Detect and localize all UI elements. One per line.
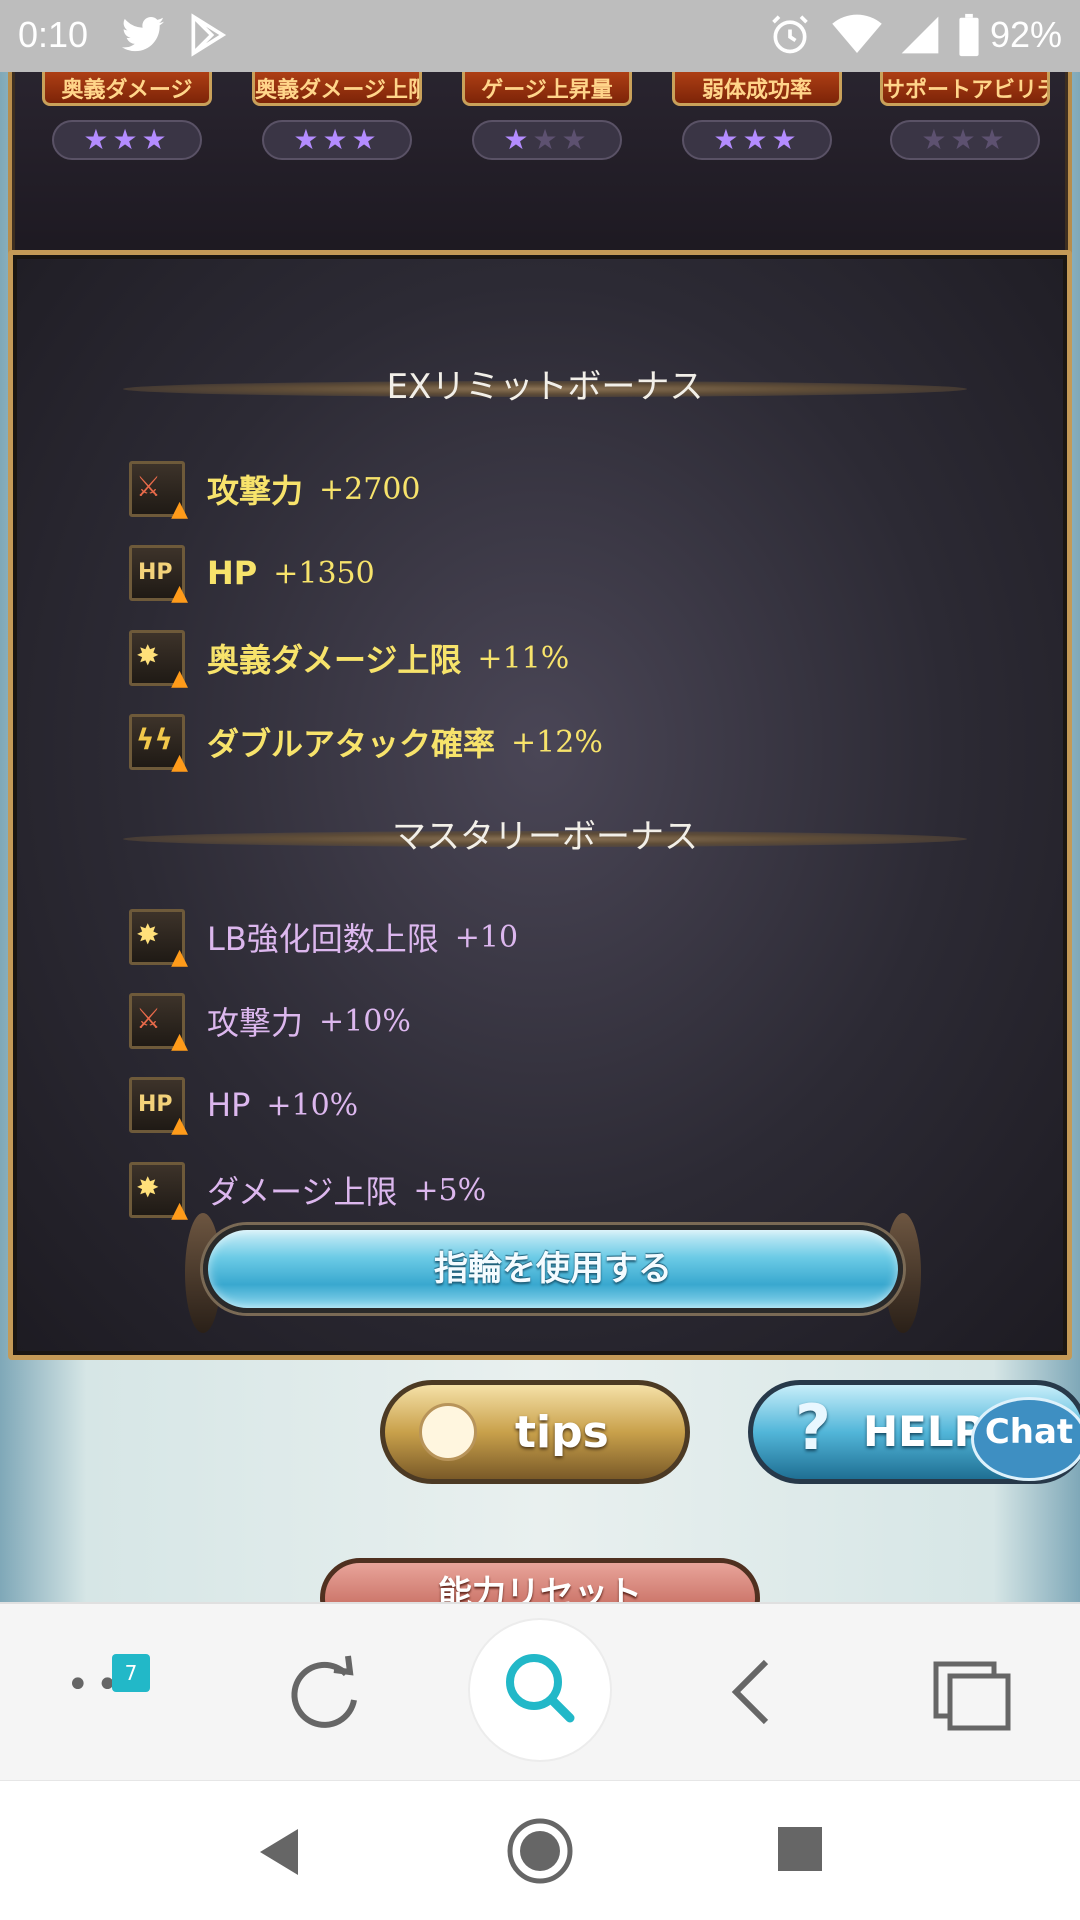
bonus-row: ϟϟ ▲ ダブルアタック確率 +12%	[129, 714, 603, 775]
chat-bubble-icon: Chat	[971, 1397, 1080, 1481]
bonus-value: +12%	[511, 724, 603, 760]
play-store-icon	[191, 13, 227, 57]
mastery-title: マスタリーボーナス	[392, 817, 698, 857]
hp-up-icon: HP ▲	[129, 1077, 188, 1138]
help-chat-button[interactable]: ? HELP Chat	[748, 1380, 1080, 1484]
attack-up-icon: ⚔ ▲	[129, 993, 188, 1054]
alarm-icon	[772, 15, 808, 54]
ex-limit-title: EXリミットボーナス	[386, 367, 704, 407]
bonus-name: ダブルアタック確率	[207, 725, 496, 763]
skill-slot[interactable]: 弱体成功率 ★★★	[672, 72, 842, 160]
battery-percent: 92%	[989, 14, 1062, 55]
bonus-row: ⚔ ▲ 攻撃力 +10%	[129, 993, 411, 1054]
skill-stars: ★★★	[682, 120, 832, 160]
bonus-name: 奥義ダメージ上限	[207, 641, 462, 679]
battery-icon	[959, 13, 979, 57]
bonus-row: HP ▲ HP +10%	[129, 1077, 359, 1138]
browser-toolbar: ••• 7	[0, 1602, 1080, 1780]
status-time: 0:10	[18, 14, 89, 55]
skill-level-panel: 奥義ダメージ ★★★ 奥義ダメージ上限 ★★★ ゲージ上昇量 ★★★ 弱体成功率…	[8, 72, 1072, 280]
lb-cap-up-icon: ✸ ▲	[129, 909, 188, 970]
use-ring-label: 指輪を使用する	[434, 1249, 672, 1289]
back-icon[interactable]	[690, 1632, 810, 1752]
game-view: 奥義ダメージ ★★★ 奥義ダメージ上限 ★★★ ゲージ上昇量 ★★★ 弱体成功率…	[0, 72, 1080, 1602]
reload-icon[interactable]	[264, 1632, 384, 1752]
tabs-menu-button[interactable]: ••• 7	[50, 1634, 180, 1754]
bonus-value: +10	[454, 919, 519, 955]
nav-back-icon[interactable]	[246, 1817, 316, 1887]
skill-slot[interactable]: ゲージ上昇量 ★★★	[462, 72, 632, 160]
bonus-row: ⚔ ▲ 攻撃力 +2700	[129, 461, 421, 522]
mastery-header: マスタリーボーナス	[123, 817, 967, 857]
reset-ability-button[interactable]: 能力リセット	[320, 1558, 760, 1602]
system-nav-bar	[0, 1780, 1080, 1920]
damage-cap-up-icon: ✸ ▲	[129, 1162, 188, 1223]
nav-home-icon[interactable]	[500, 1811, 580, 1891]
lightbulb-icon	[419, 1403, 477, 1461]
bonus-name: LB強化回数上限	[207, 920, 439, 958]
wifi-icon	[832, 14, 882, 53]
bonus-row: ✸ ▲ LB強化回数上限 +10	[129, 909, 519, 970]
skill-slot[interactable]: 奥義ダメージ ★★★	[42, 72, 212, 160]
search-button[interactable]	[470, 1620, 610, 1760]
tips-label: tips	[515, 1407, 609, 1458]
skill-label: 弱体成功率	[672, 72, 842, 106]
skill-label: ゲージ上昇量	[462, 72, 632, 106]
skill-stars: ★★★	[472, 120, 622, 160]
skill-slot[interactable]: サポートアビリティ ★★★	[880, 72, 1050, 160]
bonus-row: HP ▲ HP +1350	[129, 545, 375, 606]
chat-label: Chat	[984, 1412, 1074, 1452]
help-label: HELP	[863, 1407, 985, 1456]
reset-label: 能力リセット	[438, 1574, 642, 1602]
skill-label: 奥義ダメージ	[42, 72, 212, 106]
skill-stars: ★★★	[52, 120, 202, 160]
bonus-name: HP	[207, 554, 258, 592]
tips-button[interactable]: tips	[380, 1380, 690, 1484]
question-icon: ?	[795, 1391, 831, 1464]
status-bar: 0:10 92%	[0, 0, 1080, 72]
signal-icon	[901, 16, 939, 54]
double-attack-up-icon: ϟϟ ▲	[129, 714, 188, 775]
tab-count-badge: 7	[112, 1654, 150, 1692]
skill-stars: ★★★	[890, 120, 1040, 160]
skill-stars: ★★★	[262, 120, 412, 160]
skill-slot[interactable]: 奥義ダメージ上限 ★★★	[252, 72, 422, 160]
bonus-name: ダメージ上限	[207, 1173, 398, 1211]
tabs-icon[interactable]	[910, 1632, 1030, 1752]
twitter-icon	[121, 17, 165, 52]
attack-up-icon: ⚔ ▲	[129, 461, 188, 522]
bonus-name: HP	[207, 1086, 251, 1124]
hp-up-icon: HP ▲	[129, 545, 188, 606]
bonus-row: ✸ ▲ 奥義ダメージ上限 +11%	[129, 630, 570, 691]
nav-recents-icon[interactable]	[770, 1819, 830, 1879]
bonus-row: ✸ ▲ ダメージ上限 +5%	[129, 1162, 487, 1223]
skill-label: サポートアビリティ	[880, 72, 1050, 106]
bonus-value: +10%	[266, 1087, 359, 1123]
bonus-value: +10%	[319, 1003, 411, 1039]
skill-label: 奥義ダメージ上限	[252, 72, 422, 106]
bonus-panel: EXリミットボーナス ⚔ ▲ 攻撃力 +2700 HP ▲ HP +1350 ✸ ▲ …	[8, 250, 1072, 1360]
bonus-value: +1350	[273, 555, 375, 591]
bonus-name: 攻撃力	[207, 472, 304, 510]
bonus-value: +5%	[413, 1172, 487, 1208]
bonus-name: 攻撃力	[207, 1004, 304, 1042]
ougi-cap-up-icon: ✸ ▲	[129, 630, 188, 691]
search-icon	[506, 1654, 575, 1723]
ex-limit-header: EXリミットボーナス	[123, 367, 967, 407]
bonus-value: +11%	[477, 640, 570, 676]
bonus-value: +2700	[319, 471, 421, 507]
use-ring-button[interactable]: 指輪を使用する	[203, 1225, 903, 1313]
